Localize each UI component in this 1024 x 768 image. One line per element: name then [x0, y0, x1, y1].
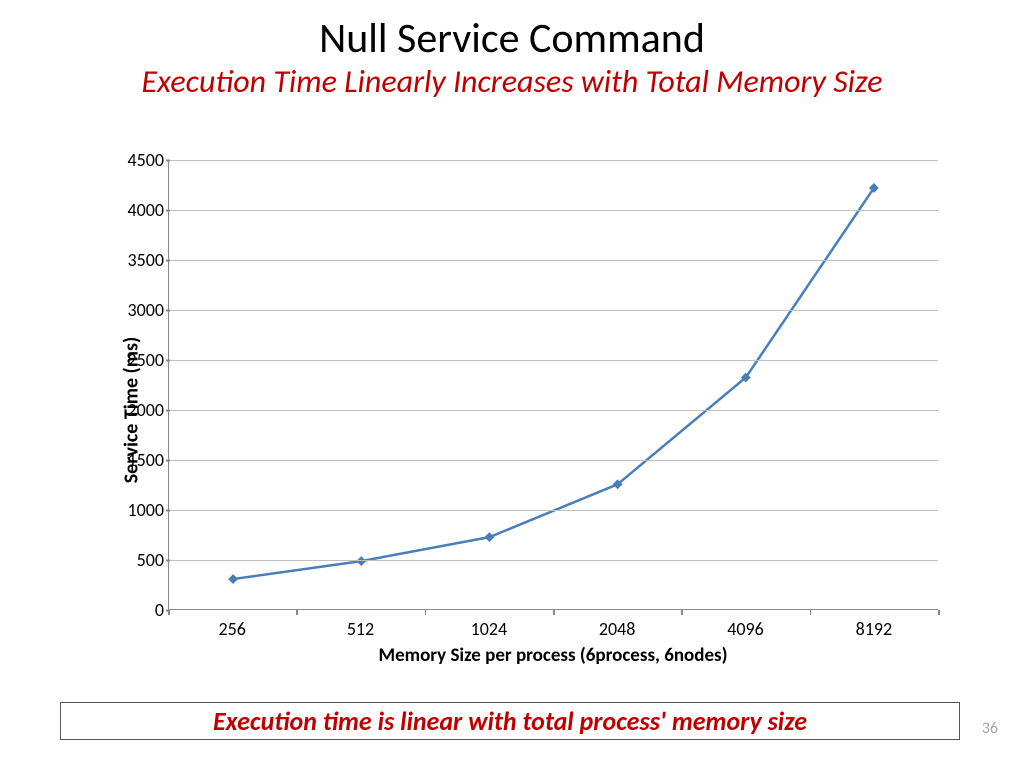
slide: Null Service Command Execution Time Line… [0, 0, 1024, 768]
data-marker [228, 574, 238, 584]
y-tick-label: 4500 [118, 149, 164, 171]
page-number: 36 [982, 719, 998, 738]
y-tick-mark [166, 410, 170, 412]
y-tick-mark [166, 360, 170, 362]
x-tick-mark [296, 610, 298, 615]
grid-line [169, 310, 938, 311]
slide-title: Null Service Command [0, 18, 1024, 60]
y-tick-label: 2500 [118, 349, 164, 371]
x-tick-mark [168, 610, 170, 615]
data-line [233, 188, 874, 579]
grid-line [169, 560, 938, 561]
slide-subtitle: Execution Time Linearly Increases with T… [0, 62, 1024, 101]
y-tick-mark [166, 160, 170, 162]
x-tick-label: 4096 [727, 618, 764, 640]
x-tick-label: 1024 [471, 618, 508, 640]
y-tick-label: 4000 [118, 199, 164, 221]
chart: Service Time (ms) Memory Size per proces… [78, 150, 958, 670]
grid-line [169, 210, 938, 211]
grid-line [169, 260, 938, 261]
y-tick-mark [166, 560, 170, 562]
grid-line [169, 360, 938, 361]
x-tick-label: 512 [347, 618, 374, 640]
x-tick-mark [425, 610, 427, 615]
line-series [169, 160, 938, 609]
y-tick-label: 0 [118, 599, 164, 621]
y-tick-mark [166, 510, 170, 512]
x-tick-label: 2048 [599, 618, 636, 640]
grid-line [169, 460, 938, 461]
y-tick-label: 500 [118, 549, 164, 571]
y-tick-mark [166, 310, 170, 312]
x-tick-label: 8192 [856, 618, 893, 640]
y-tick-label: 3500 [118, 249, 164, 271]
data-marker [356, 556, 366, 566]
caption-text: Execution time is linear with total proc… [213, 705, 807, 737]
y-tick-label: 1500 [118, 449, 164, 471]
grid-line [169, 510, 938, 511]
grid-line [169, 410, 938, 411]
y-tick-mark [166, 460, 170, 462]
x-axis-label: Memory Size per process (6process, 6node… [168, 644, 938, 667]
x-tick-mark [553, 610, 555, 615]
x-tick-mark [810, 610, 812, 615]
data-marker [484, 532, 494, 542]
plot-area [168, 160, 938, 610]
x-tick-label: 256 [218, 618, 245, 640]
y-tick-mark [166, 210, 170, 212]
y-tick-label: 1000 [118, 499, 164, 521]
y-tick-label: 3000 [118, 299, 164, 321]
caption-box: Execution time is linear with total proc… [60, 702, 960, 740]
y-tick-mark [166, 260, 170, 262]
x-tick-mark [938, 610, 940, 615]
x-tick-mark [681, 610, 683, 615]
y-tick-label: 2000 [118, 399, 164, 421]
grid-line [169, 160, 938, 161]
